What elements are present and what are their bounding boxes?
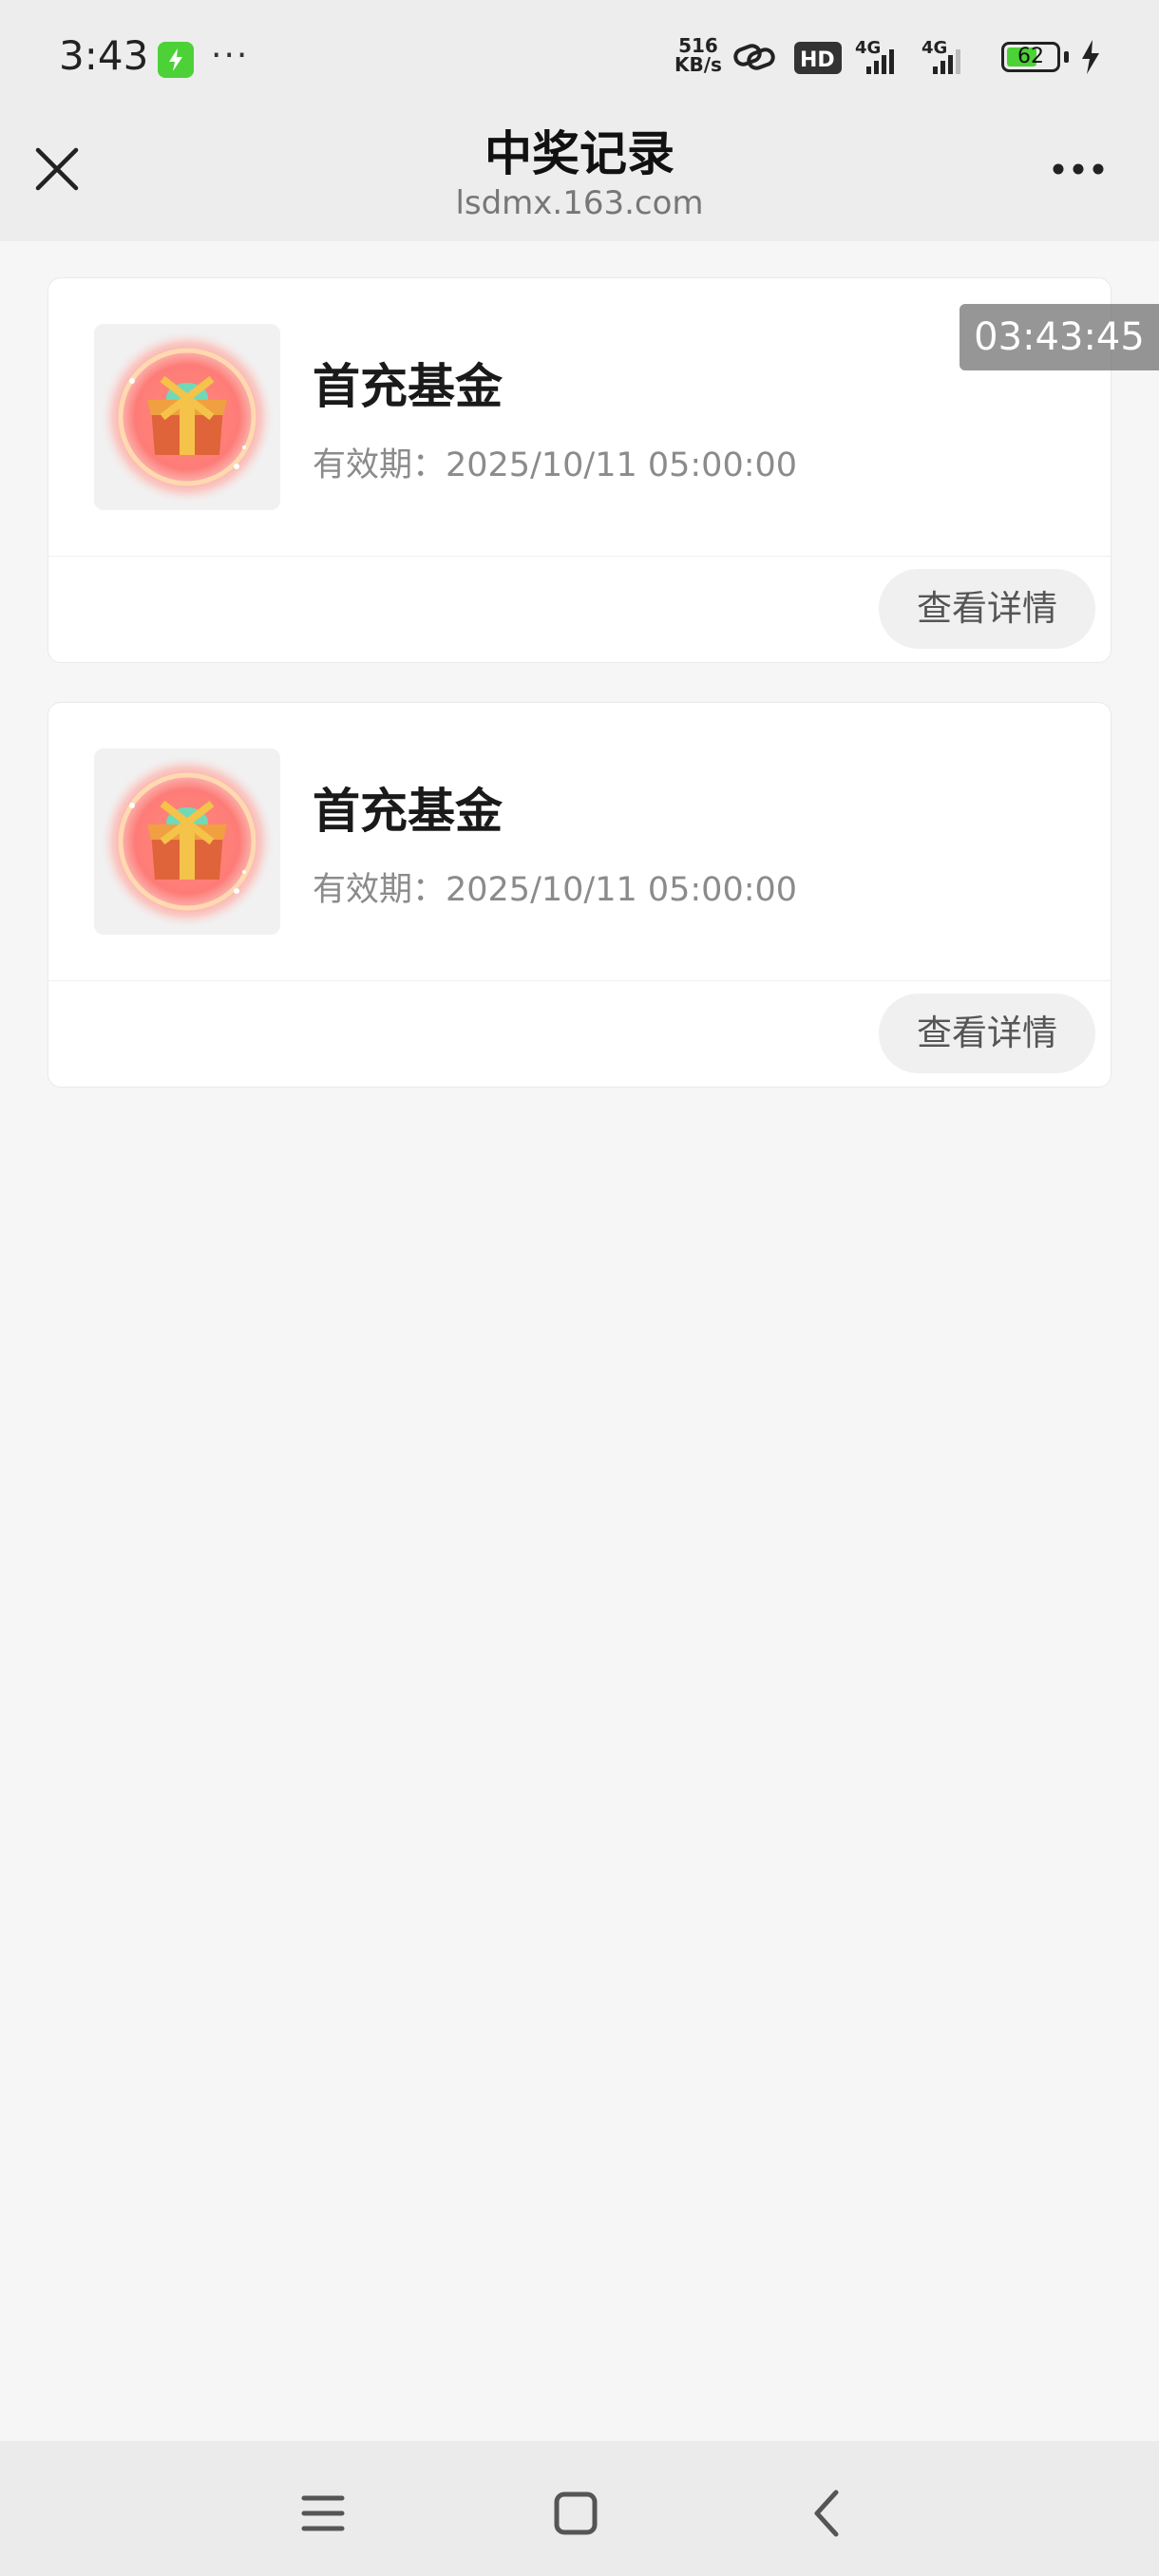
prize-name: 首充基金 [313, 359, 503, 414]
prize-record-card: 首充基金 有效期：2025/10/11 05:00:00 查看详情 [48, 277, 1112, 663]
signal-icon-2: 4G [922, 38, 960, 74]
menu-icon[interactable] [294, 2485, 352, 2542]
prize-record-card: 首充基金 有效期：2025/10/11 05:00:00 查看详情 [48, 702, 1112, 1088]
system-nav-bar [0, 2441, 1159, 2576]
signal-1-label: 4G [855, 38, 881, 58]
card-divider [48, 556, 1111, 557]
timestamp-overlay: 03:43:45 [960, 304, 1159, 370]
network-speed: 516 KB/s [674, 36, 722, 74]
battery-percent: 62 [1017, 45, 1044, 68]
battery-tip [1064, 51, 1069, 63]
more-dots-icon[interactable] [1045, 150, 1121, 188]
view-details-button[interactable]: 查看详情 [879, 569, 1095, 649]
app-notification-icon [158, 42, 194, 78]
card-divider [48, 980, 1111, 981]
status-bar: 3:43 ··· 516 KB/s HD 4G 4G 62 [0, 0, 1159, 114]
signal-2-label: 4G [922, 38, 947, 58]
treasure-chest-icon [94, 324, 280, 510]
link-icon [733, 44, 775, 70]
page-domain: lsdmx.163.com [455, 184, 704, 222]
prize-name: 首充基金 [313, 784, 503, 839]
status-more-icon: ··· [211, 36, 250, 75]
nav-bar: 中奖记录 lsdmx.163.com [0, 114, 1159, 241]
hd-icon: HD [794, 42, 842, 74]
prize-expiry: 有效期：2025/10/11 05:00:00 [313, 871, 798, 909]
treasure-chest-icon [94, 748, 280, 935]
hd-label: HD [800, 48, 835, 72]
prize-expiry: 有效期：2025/10/11 05:00:00 [313, 446, 798, 484]
network-speed-value: 516 [678, 34, 718, 57]
status-icons: HD 4G 4G [733, 38, 960, 74]
home-icon[interactable] [547, 2485, 604, 2542]
signal-icon-1: 4G [855, 38, 894, 74]
page-title: 中奖记录 [484, 126, 674, 181]
status-time: 3:43 [59, 32, 149, 79]
network-speed-unit: KB/s [674, 53, 722, 76]
back-icon[interactable] [800, 2485, 857, 2542]
view-details-button[interactable]: 查看详情 [879, 994, 1095, 1073]
charging-icon [1082, 40, 1099, 74]
